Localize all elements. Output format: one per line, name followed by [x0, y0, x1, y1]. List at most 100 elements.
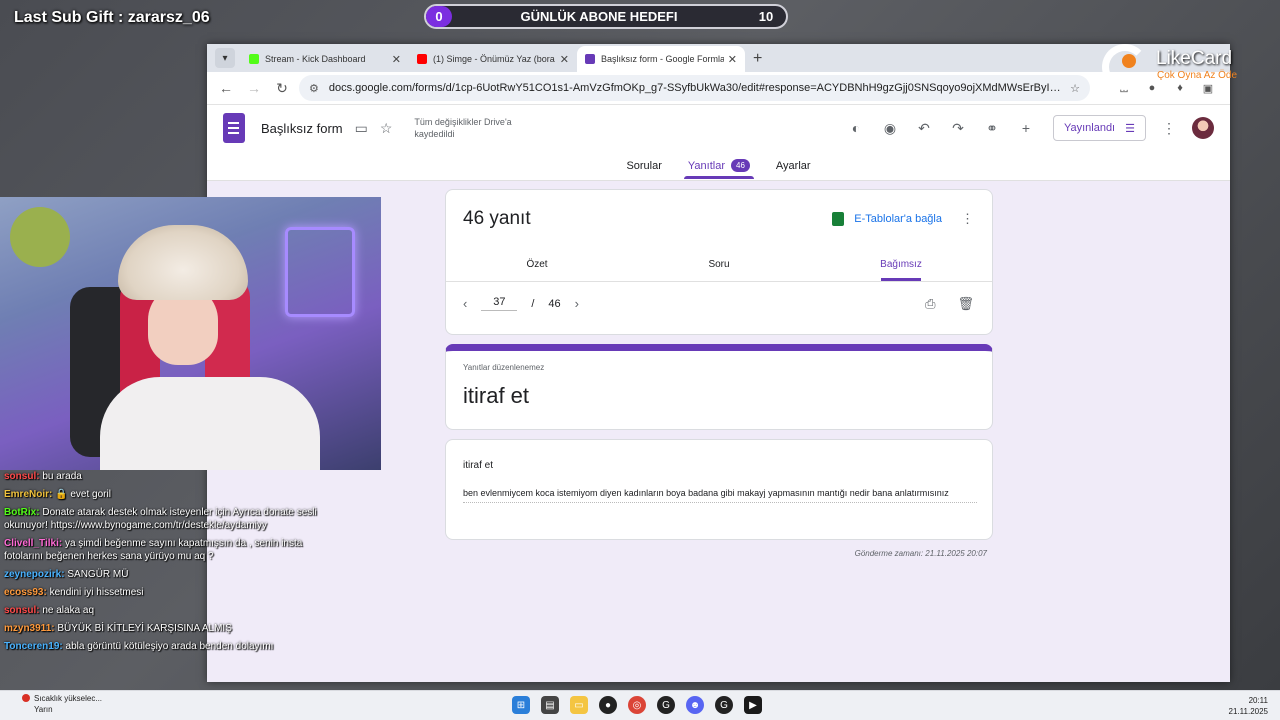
goal-current: 0 — [426, 6, 452, 27]
link-icon[interactable]: ⚭ — [975, 120, 1009, 137]
preview-eye-icon[interactable]: ◉ — [873, 120, 907, 137]
close-icon[interactable]: ✕ — [728, 53, 737, 66]
taskbar-apps: ⊞ ▤ ▭ ● ◎ G ☻ G ▶ — [512, 696, 762, 714]
webcam-feed — [0, 197, 381, 470]
chat-text: ne alaka aq — [42, 605, 95, 616]
close-icon[interactable]: ✕ — [560, 53, 569, 66]
tab-title: Başlıksız form - Google Formlar — [601, 54, 724, 64]
responses-summary-card: 46 yanıt E-Tablolar'a bağla ⋮ Özet Soru … — [445, 189, 993, 335]
question-title: itiraf et — [463, 460, 494, 471]
forward-icon[interactable]: → — [243, 80, 265, 96]
tab-responses-label: Yanıtlar — [687, 159, 725, 172]
app-g-icon[interactable]: G — [657, 696, 675, 714]
no-edit-note: Yanıtlar düzenlenemez — [463, 363, 545, 372]
print-icon[interactable]: ⎙ — [925, 296, 935, 312]
chat-message: sonsul: bu arada — [4, 470, 326, 483]
webcam-body — [100, 377, 320, 470]
tab-kick-dashboard[interactable]: Stream - Kick Dashboard ✕ — [241, 46, 409, 72]
youtube-icon — [417, 54, 427, 64]
response-actions: ⎙ 🗑 — [925, 296, 974, 312]
windows-taskbar: Sıcaklık yükselec... Yarın ⊞ ▤ ▭ ● ◎ G ☻… — [0, 690, 1280, 720]
published-button[interactable]: Yayınlandı ☰ — [1052, 115, 1146, 141]
star-icon[interactable]: ☆ — [380, 120, 393, 137]
chat-user: zeynepozirk: — [4, 569, 65, 580]
chat-message: BotRix: Donate atarak destek olmak istey… — [4, 506, 326, 532]
published-label: Yayınlandı — [1063, 122, 1116, 134]
chat-message: Tonceren19: abla görüntü kötüleşiyo arad… — [4, 640, 326, 653]
chat-text: bu arada — [42, 471, 82, 482]
url-text: docs.google.com/forms/d/1cp-6UotRwY51CO1… — [328, 82, 1063, 94]
chat-message: sonsul: ne alaka aq — [4, 604, 326, 617]
weather-widget[interactable]: Sıcaklık yükselec... Yarın — [22, 693, 102, 715]
kick-app-icon[interactable]: ▶ — [744, 696, 762, 714]
task-view-icon[interactable]: ▤ — [541, 696, 559, 714]
next-response-icon[interactable]: › — [575, 296, 579, 311]
chrome-icon[interactable]: ◎ — [628, 696, 646, 714]
clock-date: 21.11.2025 — [1228, 707, 1268, 716]
previous-response-icon[interactable]: ‹ — [463, 296, 467, 311]
webcam-fur-hat — [118, 225, 248, 300]
discord-icon[interactable]: ☻ — [686, 696, 704, 714]
delete-icon[interactable]: 🗑 — [957, 296, 974, 312]
chat-text: kendini iyi hissetmesi — [49, 587, 144, 598]
system-clock[interactable]: 20:11 21.11.2025 — [1229, 695, 1268, 717]
back-icon[interactable]: ← — [215, 80, 237, 96]
form-name[interactable]: Başlıksız form — [261, 121, 343, 136]
chat-user: EmreNoir: — [4, 489, 53, 500]
tab-title: Stream - Kick Dashboard — [265, 54, 366, 64]
chat-overlay: sonsul: bu arada EmreNoir: 🔒 evet goril … — [0, 470, 330, 695]
undo-icon[interactable]: ↶ — [907, 120, 941, 137]
tab-google-forms[interactable]: Başlıksız form - Google Formlar ✕ — [577, 46, 745, 72]
tune-icon: ☰ — [1125, 122, 1135, 135]
current-response-input[interactable]: 37 — [481, 296, 518, 311]
tab-youtube[interactable]: (1) Simge - Önümüz Yaz (bora ✕ — [409, 46, 577, 72]
chat-text: SANGÜR MÜ — [67, 569, 129, 580]
obs-icon[interactable]: ● — [599, 696, 617, 714]
chat-text: 🔒 evet goril — [55, 489, 111, 500]
answer-text: ben evlenmiycem koca istemiyom diyen kad… — [463, 486, 977, 503]
form-title-card: Yanıtlar düzenlenemez itiraf et — [445, 344, 993, 430]
more-options-icon[interactable]: ⋮ — [1162, 120, 1176, 137]
tab-search-icon[interactable]: ▾ — [215, 48, 235, 68]
chat-user: Tonceren19: — [4, 641, 63, 652]
clock-time: 20:11 — [1248, 696, 1268, 705]
url-input[interactable]: ⚙ docs.google.com/forms/d/1cp-6UotRwY51C… — [299, 75, 1090, 101]
palette-icon[interactable]: ◐ — [839, 120, 873, 136]
new-tab-button[interactable]: + — [753, 50, 762, 68]
chat-message: Clivell_Tilki: ya şimdi beğenme sayını k… — [4, 537, 326, 563]
sheets-icon — [832, 212, 845, 226]
chat-message: zeynepozirk: SANGÜR MÜ — [4, 568, 326, 581]
tab-question[interactable]: Soru — [628, 248, 810, 281]
avatar[interactable] — [1192, 117, 1214, 139]
webcam-plush-toy — [10, 207, 70, 267]
close-icon[interactable]: ✕ — [392, 53, 401, 66]
windows-start-icon[interactable]: ⊞ — [512, 696, 530, 714]
tab-summary[interactable]: Özet — [446, 248, 628, 281]
total-responses: 46 — [548, 297, 561, 310]
likecard-logo: LikeCard Çok Oyna Az Öde — [1100, 44, 1260, 90]
site-info-icon[interactable]: ⚙ — [309, 82, 319, 95]
responses-count-badge: 46 — [731, 159, 750, 172]
more-options-icon[interactable]: ⋮ — [961, 211, 974, 227]
chat-user: ecoss93: — [4, 587, 47, 598]
goal-target: 10 — [758, 9, 774, 24]
chat-text: abla görüntü kötüleşiyo arada benden dol… — [65, 641, 274, 652]
google-forms-logo-icon[interactable] — [223, 113, 245, 143]
bookmark-star-icon[interactable]: ☆ — [1070, 82, 1080, 95]
folder-icon[interactable]: ▭ — [355, 120, 368, 137]
tab-questions[interactable]: Sorular — [622, 151, 665, 181]
tab-individual[interactable]: Bağımsız — [810, 248, 992, 281]
likecard-dot-icon — [1122, 54, 1136, 68]
brand-slogan: Çok Oyna Az Öde — [1157, 70, 1238, 81]
file-explorer-icon[interactable]: ▭ — [570, 696, 588, 714]
forms-header: Başlıksız form ▭ ☆ Tüm değişiklikler Dri… — [207, 105, 1230, 151]
link-to-sheets-button[interactable]: E-Tablolar'a bağla — [832, 212, 942, 226]
tab-responses[interactable]: Yanıtlar 46 — [683, 151, 754, 181]
app-g-icon[interactable]: G — [715, 696, 733, 714]
submission-time: Gönderme zamanı: 21.11.2025 20:07 — [854, 549, 987, 558]
tab-settings[interactable]: Ayarlar — [772, 151, 815, 181]
add-collaborator-icon[interactable]: + — [1009, 120, 1043, 136]
reload-icon[interactable]: ↻ — [271, 80, 293, 97]
redo-icon[interactable]: ↷ — [941, 120, 975, 137]
address-bar-row: ← → ↻ ⚙ docs.google.com/forms/d/1cp-6Uot… — [207, 72, 1230, 105]
